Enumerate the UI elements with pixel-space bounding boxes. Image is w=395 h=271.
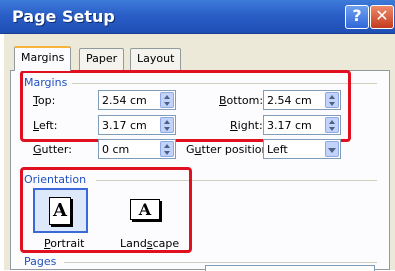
spinner-arrows-icon[interactable] — [160, 141, 174, 157]
margins-highlight-box — [20, 70, 351, 142]
gutter-spinner[interactable]: 0 cm — [98, 139, 176, 159]
title-bar: Page Setup ? ✕ — [0, 0, 395, 34]
gutter-position-dropdown[interactable]: Left — [263, 139, 341, 159]
dialog-title: Page Setup — [12, 7, 115, 26]
gutter-position-label: Gutter position: — [186, 143, 273, 156]
gutter-value: 0 cm — [102, 143, 130, 156]
help-button[interactable]: ? — [345, 5, 369, 29]
pages-group-divider — [64, 262, 377, 263]
tab-layout[interactable]: Layout — [130, 48, 182, 70]
gutter-position-value: Left — [267, 143, 288, 156]
close-button[interactable]: ✕ — [370, 5, 394, 29]
pages-dropdown[interactable] — [205, 265, 375, 271]
pages-group-label: Pages — [24, 255, 57, 268]
chevron-down-icon[interactable] — [325, 141, 339, 157]
gutter-label: Gutter: — [33, 143, 72, 156]
orientation-highlight-box — [20, 167, 192, 253]
tab-margins[interactable]: Margins — [14, 46, 72, 71]
tab-paper[interactable]: Paper — [79, 48, 125, 70]
